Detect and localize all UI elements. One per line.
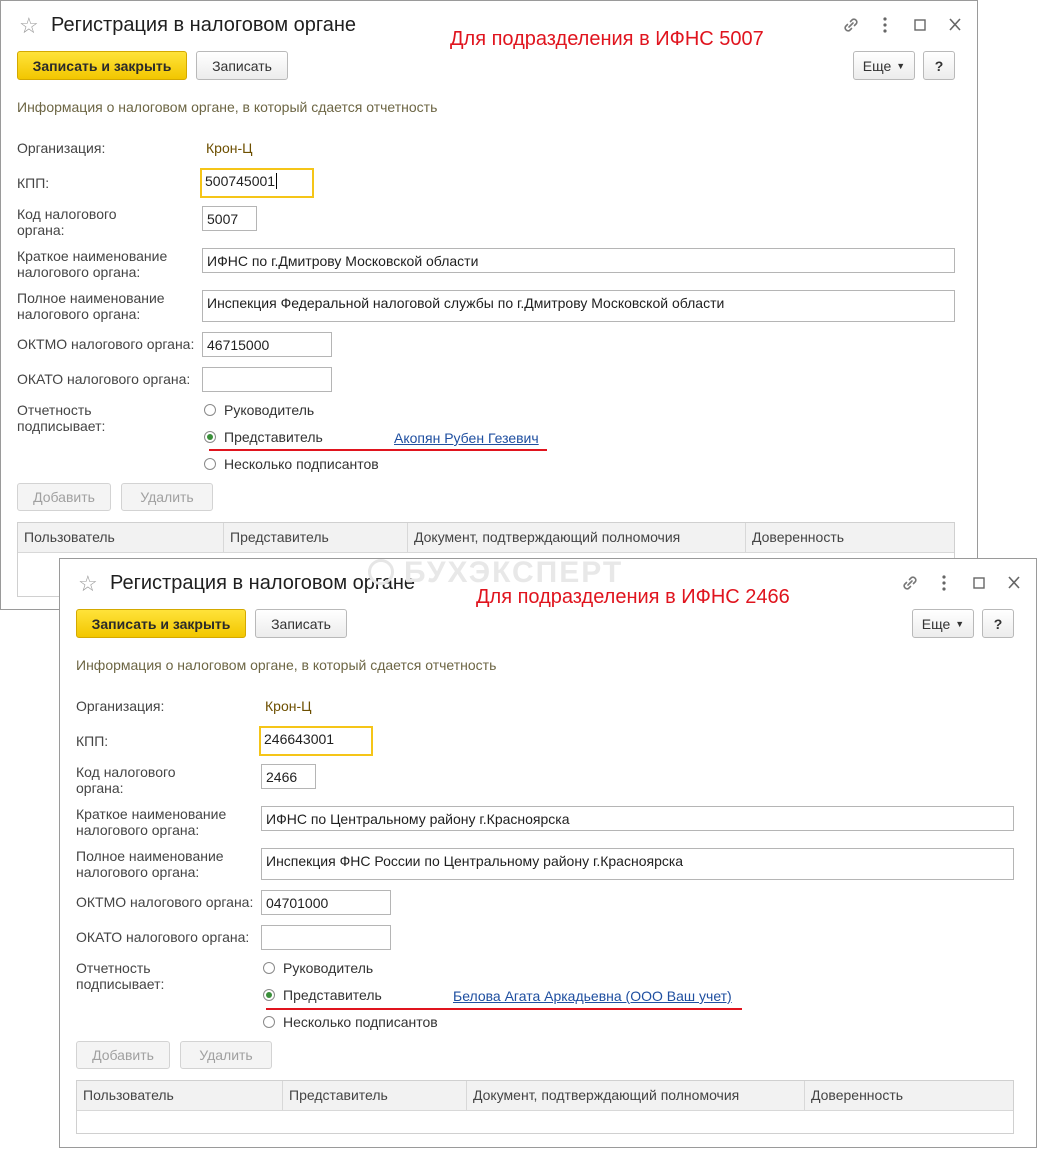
star-icon[interactable]: ☆ xyxy=(78,573,98,595)
save-close-button[interactable]: Записать и закрыть xyxy=(17,51,187,80)
more-button[interactable]: Еще ▼ xyxy=(853,51,915,80)
oktmo-label: ОКТМО налогового органа: xyxy=(17,336,195,352)
help-button[interactable]: ? xyxy=(982,609,1014,638)
short-name-label: Краткое наименование налогового органа: xyxy=(76,806,227,838)
radio-representative[interactable] xyxy=(204,431,216,443)
representative-link[interactable]: Белова Агата Аркадьевна (ООО Ваш учет) xyxy=(453,988,732,1004)
organization-value[interactable]: Крон-Ц xyxy=(206,140,252,156)
column-representative[interactable]: Представитель xyxy=(283,1081,467,1110)
kpp-label: КПП: xyxy=(17,175,50,191)
oktmo-input[interactable]: 04701000 xyxy=(261,890,391,915)
kpp-input[interactable]: 500745001 xyxy=(200,168,314,198)
kpp-input[interactable]: 246643001 xyxy=(259,726,373,756)
annotation-underline xyxy=(209,449,547,451)
link-icon[interactable] xyxy=(840,15,862,38)
text-caret xyxy=(276,173,278,189)
representatives-table[interactable]: Пользователь Представитель Документ, под… xyxy=(76,1080,1014,1134)
column-power-of-attorney[interactable]: Доверенность xyxy=(805,1081,1013,1110)
code-input[interactable]: 5007 xyxy=(202,206,257,231)
radio-representative[interactable] xyxy=(263,989,275,1001)
radio-representative-label[interactable]: Представитель xyxy=(283,987,382,1003)
oktmo-input[interactable]: 46715000 xyxy=(202,332,332,357)
column-representative[interactable]: Представитель xyxy=(224,523,408,552)
radio-director-label[interactable]: Руководитель xyxy=(224,402,314,418)
column-power-of-attorney[interactable]: Доверенность xyxy=(746,523,954,552)
maximize-icon[interactable] xyxy=(909,16,931,37)
radio-director[interactable] xyxy=(263,962,275,974)
table-header: Пользователь Представитель Документ, под… xyxy=(77,1081,1013,1111)
table-header: Пользователь Представитель Документ, под… xyxy=(18,523,954,553)
okato-label: ОКАТО налогового органа: xyxy=(17,371,191,387)
radio-representative-label[interactable]: Представитель xyxy=(224,429,323,445)
column-user[interactable]: Пользователь xyxy=(18,523,224,552)
delete-button[interactable]: Удалить xyxy=(180,1041,272,1069)
save-button[interactable]: Записать xyxy=(255,609,347,638)
link-icon[interactable] xyxy=(899,573,921,596)
representative-link[interactable]: Акопян Рубен Гезевич xyxy=(394,430,539,446)
more-label: Еще xyxy=(862,57,892,74)
close-icon[interactable] xyxy=(944,16,966,37)
column-document[interactable]: Документ, подтверждающий полномочия xyxy=(467,1081,805,1110)
full-name-input[interactable]: Инспекция ФНС России по Центральному рай… xyxy=(261,848,1014,880)
okato-input[interactable] xyxy=(202,367,332,392)
organization-label: Организация: xyxy=(76,698,165,714)
okato-input[interactable] xyxy=(261,925,391,950)
kpp-value: 500745001 xyxy=(205,173,276,189)
oktmo-label: ОКТМО налогового органа: xyxy=(76,894,254,910)
code-input[interactable]: 2466 xyxy=(261,764,316,789)
info-hint: Информация о налоговом органе, в который… xyxy=(17,99,438,115)
add-button[interactable]: Добавить xyxy=(17,483,111,511)
form-window-2466: ☆ Регистрация в налоговом органе Для под… xyxy=(59,558,1037,1148)
short-name-input[interactable]: ИФНС по Центральному району г.Красноярск… xyxy=(261,806,1014,831)
save-close-button[interactable]: Записать и закрыть xyxy=(76,609,246,638)
full-name-input[interactable]: Инспекция Федеральной налоговой службы п… xyxy=(202,290,955,322)
column-user[interactable]: Пользователь xyxy=(77,1081,283,1110)
radio-director-label[interactable]: Руководитель xyxy=(283,960,373,976)
short-name-label: Краткое наименование налогового органа: xyxy=(17,248,168,280)
more-vert-icon[interactable] xyxy=(933,574,955,595)
code-label: Код налогового органа: xyxy=(17,206,117,238)
form-title: Регистрация в налоговом органе xyxy=(51,14,357,36)
add-button[interactable]: Добавить xyxy=(76,1041,170,1069)
radio-multiple-label[interactable]: Несколько подписантов xyxy=(283,1014,438,1030)
organization-value[interactable]: Крон-Ц xyxy=(265,698,311,714)
full-name-label: Полное наименование налогового органа: xyxy=(76,848,224,880)
form-window-5007: ☆ Регистрация в налоговом органе Для под… xyxy=(0,0,978,610)
maximize-icon[interactable] xyxy=(968,574,990,595)
watermark: БУХЭКСПЕРТ xyxy=(404,556,624,589)
info-hint: Информация о налоговом органе, в который… xyxy=(76,657,497,673)
dropdown-arrow-icon: ▼ xyxy=(896,60,906,71)
code-label: Код налогового органа: xyxy=(76,764,176,796)
delete-button[interactable]: Удалить xyxy=(121,483,213,511)
radio-multiple[interactable] xyxy=(204,458,216,470)
short-name-input[interactable]: ИФНС по г.Дмитрову Московской области xyxy=(202,248,955,273)
close-icon[interactable] xyxy=(1003,574,1025,595)
annotation-underline xyxy=(266,1008,742,1010)
dropdown-arrow-icon: ▼ xyxy=(955,618,965,629)
radio-multiple[interactable] xyxy=(263,1016,275,1028)
more-label: Еще xyxy=(921,615,951,632)
radio-director[interactable] xyxy=(204,404,216,416)
full-name-label: Полное наименование налогового органа: xyxy=(17,290,165,322)
watermark-logo xyxy=(368,559,394,585)
signer-label: Отчетность подписывает: xyxy=(17,402,106,434)
radio-multiple-label[interactable]: Несколько подписантов xyxy=(224,456,379,472)
column-document[interactable]: Документ, подтверждающий полномочия xyxy=(408,523,746,552)
more-button[interactable]: Еще ▼ xyxy=(912,609,974,638)
okato-label: ОКАТО налогового органа: xyxy=(76,929,250,945)
annotation: Для подразделения в ИФНС 5007 xyxy=(450,28,764,50)
organization-label: Организация: xyxy=(17,140,106,156)
signer-label: Отчетность подписывает: xyxy=(76,960,165,992)
more-vert-icon[interactable] xyxy=(874,16,896,37)
star-icon[interactable]: ☆ xyxy=(19,15,39,37)
kpp-label: КПП: xyxy=(76,733,109,749)
help-button[interactable]: ? xyxy=(923,51,955,80)
save-button[interactable]: Записать xyxy=(196,51,288,80)
